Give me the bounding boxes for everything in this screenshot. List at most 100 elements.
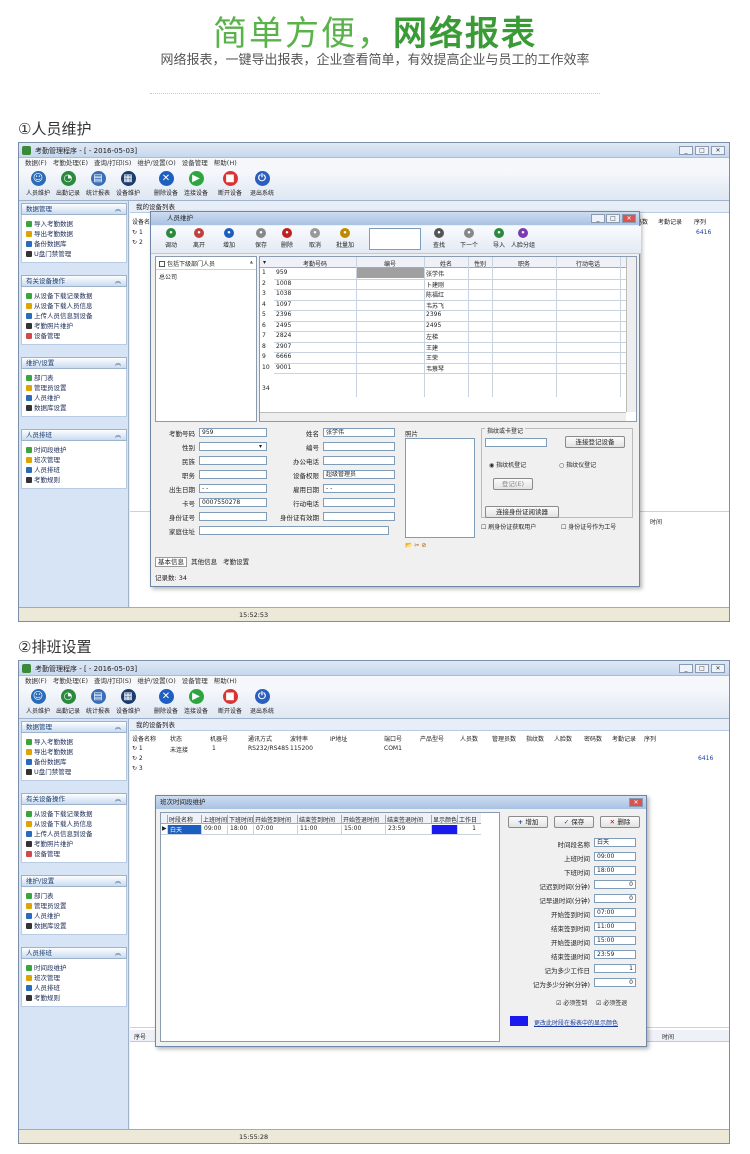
sidebar-item[interactable]: 导入考勤数据 xyxy=(26,218,73,228)
shift-field[interactable]: 1 xyxy=(594,964,636,973)
dialog-tool-11[interactable]: • 人脸分组 xyxy=(509,228,537,249)
cell-name[interactable]: 张学伟 xyxy=(426,269,444,278)
shift-cell[interactable]: 白天 xyxy=(167,825,201,834)
toolbar-button-2[interactable]: ◔ 出勤记录 xyxy=(53,689,83,715)
device-column-header[interactable]: 机器号 xyxy=(210,734,228,743)
shift-cell[interactable]: 18:00 xyxy=(227,825,253,834)
chevron-down-icon[interactable]: ▾ xyxy=(259,443,262,450)
menu-item[interactable]: 维护/设置(O) xyxy=(137,159,175,167)
tab-att-settings[interactable]: 考勤设置 xyxy=(221,558,251,566)
device-column-header[interactable]: 人员数 xyxy=(460,734,478,743)
record-column-header[interactable]: 序号 xyxy=(134,1032,146,1041)
sidebar-group-header[interactable]: 有关设备操作 ︽ xyxy=(21,275,127,287)
shift-column-header[interactable]: 时段名称 xyxy=(167,815,201,824)
cell-name[interactable]: 韦苏飞 xyxy=(426,301,444,310)
chevron-up-icon[interactable]: ︽ xyxy=(115,358,121,369)
sidebar-item[interactable]: 数据库设置 xyxy=(26,402,67,412)
sidebar-group-header[interactable]: 数据管理 ︽ xyxy=(21,203,127,215)
sidebar-group-header[interactable]: 人员排班 ︽ xyxy=(21,947,127,959)
shift-column-header[interactable]: 开始签到时间 xyxy=(253,815,297,824)
sidebar-item[interactable]: 上传人员信息到设备 xyxy=(26,828,93,838)
col-att-records[interactable]: 考勤记录 xyxy=(658,217,682,226)
sidebar-item[interactable]: 设备管理 xyxy=(26,330,60,340)
dialog-tool-1[interactable]: • 调动 xyxy=(157,228,185,249)
maximize-button[interactable]: □ xyxy=(695,664,709,673)
table-column-header[interactable]: 编号 xyxy=(356,259,424,268)
radio-fp-reader[interactable]: ○ 指纹仪登记 xyxy=(559,460,596,469)
chevron-up-icon[interactable]: ︽ xyxy=(115,722,121,733)
sidebar-item[interactable]: 导入考勤数据 xyxy=(26,736,73,746)
shift-field[interactable]: 白天 xyxy=(594,838,636,847)
device-column-header[interactable]: 产品型号 xyxy=(420,734,444,743)
table-column-header[interactable]: 考勤号码 xyxy=(274,259,356,268)
chk-id-get-user[interactable]: ☐ 刷身份证获取用户 xyxy=(481,522,536,531)
toolbar-button-3[interactable]: ▤ 统计报表 xyxy=(83,689,113,715)
cell-name[interactable]: 左梯 xyxy=(426,332,438,341)
device-row-name[interactable]: ↻ 2 xyxy=(132,755,143,762)
menu-item[interactable]: 数据(F) xyxy=(25,677,47,685)
sidebar-item[interactable]: 考勤规则 xyxy=(26,474,60,484)
fp-select[interactable] xyxy=(485,438,547,447)
shift-field[interactable]: 07:00 xyxy=(594,908,636,917)
shift-column-header[interactable]: 结束签到时间 xyxy=(297,815,341,824)
form-field[interactable]: 959 xyxy=(199,428,267,437)
sidebar-item[interactable]: 人员维护 xyxy=(26,392,60,402)
cell-att-no[interactable]: 9001 xyxy=(276,364,291,371)
shift-cell[interactable]: 15:00 xyxy=(341,825,385,834)
toolbar-button-8[interactable]: ⏻ 退出系统 xyxy=(247,689,277,715)
chk-id-as-workno[interactable]: ☐ 身份证号作为工号 xyxy=(561,522,616,531)
sidebar-item[interactable]: 管理员设置 xyxy=(26,382,67,392)
cell-name[interactable]: 卜建刚 xyxy=(426,280,444,289)
sidebar-item[interactable]: 部门表 xyxy=(26,372,54,382)
sidebar-item[interactable]: U盘门禁管理 xyxy=(26,766,71,776)
tab-device-list[interactable]: 我的设备列表 xyxy=(130,719,729,731)
save-button[interactable]: ✓ 保存 xyxy=(554,816,594,828)
toolbar-search-box[interactable] xyxy=(369,228,421,250)
shift-column-header[interactable]: 开始签退时间 xyxy=(341,815,385,824)
delete-button[interactable]: ✕ 删除 xyxy=(600,816,640,828)
cell-att-no[interactable]: 2824 xyxy=(276,332,291,339)
cell-name[interactable]: 陈福红 xyxy=(426,290,444,299)
menu-item[interactable]: 查询/打印(S) xyxy=(94,159,131,167)
cell-att-no[interactable]: 2907 xyxy=(276,343,291,350)
sidebar-item[interactable]: 班次管理 xyxy=(26,972,60,982)
sidebar-item[interactable]: 考勤照片维护 xyxy=(26,320,73,330)
device-row-2[interactable]: ↻ 2 xyxy=(132,239,143,246)
sidebar-group-header[interactable]: 维护/设置 ︽ xyxy=(21,875,127,887)
radio-fp-machine[interactable]: ◉ 指纹机登记 xyxy=(489,460,526,469)
form-field[interactable] xyxy=(323,512,395,521)
form-field[interactable]: 张学伟 xyxy=(323,428,395,437)
col-serial[interactable]: 序列 xyxy=(694,217,706,226)
toolbar-button-6[interactable]: ▶ 连接设备 xyxy=(181,689,211,715)
form-field[interactable] xyxy=(199,442,267,451)
device-column-header[interactable]: IP地址 xyxy=(330,734,347,743)
chevron-up-icon[interactable]: ︽ xyxy=(115,794,121,805)
horizontal-scrollbar[interactable] xyxy=(260,412,626,421)
toolbar-button-7[interactable]: ■ 断开设备 xyxy=(215,171,245,197)
shift-column-header[interactable]: 上班时间 xyxy=(201,815,227,824)
form-field[interactable]: - - xyxy=(199,484,267,493)
dept-root[interactable]: 总公司 xyxy=(159,272,177,281)
dialog-tool-2[interactable]: • 离开 xyxy=(185,228,213,249)
chevron-up-icon[interactable]: ︽ xyxy=(115,204,121,215)
tab-basic-info[interactable]: 基本信息 xyxy=(155,557,187,567)
form-field[interactable] xyxy=(199,526,389,535)
dialog-tool-3[interactable]: • 增加 xyxy=(215,228,243,249)
shift-cell[interactable] xyxy=(431,825,457,834)
dialog-tool-5[interactable]: • 删除 xyxy=(273,228,301,249)
cell-att-no[interactable]: 1097 xyxy=(276,301,291,308)
sidebar-item[interactable]: 人员排班 xyxy=(26,464,60,474)
shift-column-header[interactable]: 显示颜色 xyxy=(431,815,457,824)
sidebar-item[interactable]: U盘门禁管理 xyxy=(26,248,71,258)
device-column-header[interactable]: 端口号 xyxy=(384,734,402,743)
menu-item[interactable]: 帮助(H) xyxy=(214,159,237,167)
sidebar-item[interactable]: 部门表 xyxy=(26,890,54,900)
shift-column-header[interactable]: 结束签退时间 xyxy=(385,815,431,824)
sidebar-item[interactable]: 导出考勤数据 xyxy=(26,228,73,238)
toolbar-button-4[interactable]: ▦ 设备维护 xyxy=(113,689,143,715)
device-column-header[interactable]: 管理员数 xyxy=(492,734,516,743)
table-column-header[interactable]: 性别 xyxy=(468,259,492,268)
device-row-name[interactable]: ↻ 3 xyxy=(132,765,143,772)
device-column-header[interactable]: 通讯方式 xyxy=(248,734,272,743)
sidebar-item[interactable]: 管理员设置 xyxy=(26,900,67,910)
